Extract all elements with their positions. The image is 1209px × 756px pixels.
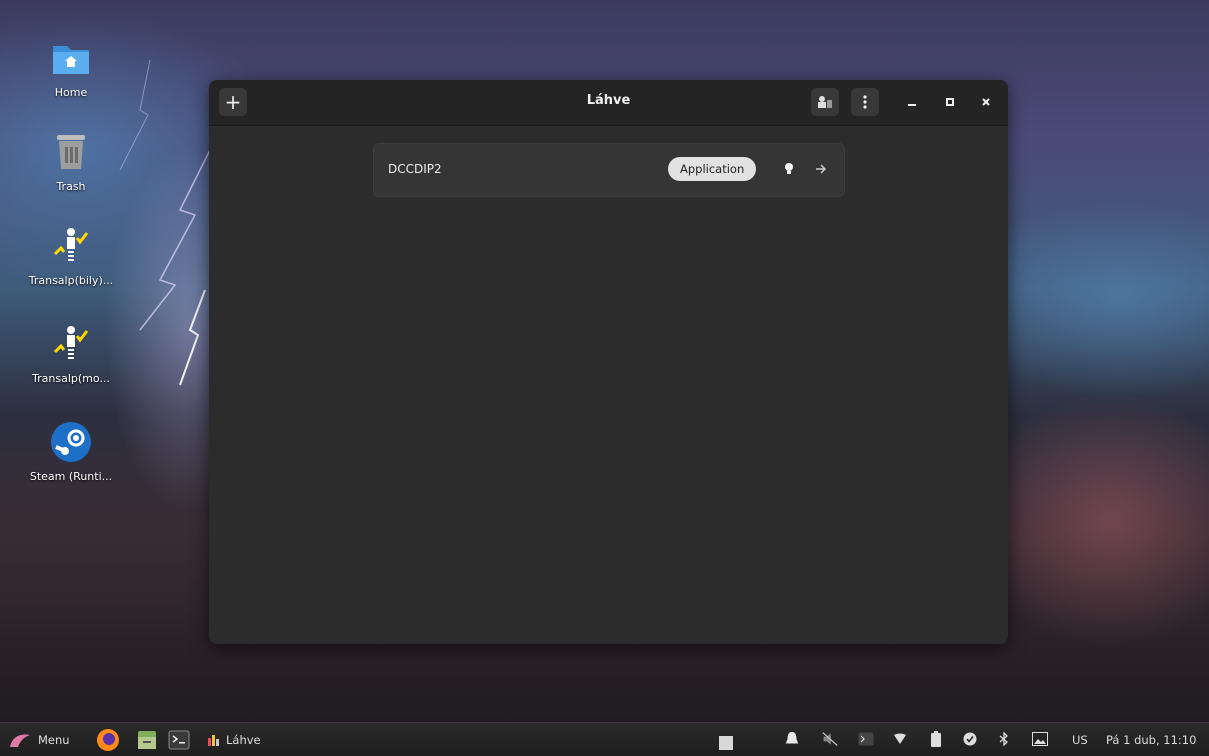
open-bottle-button[interactable]	[810, 158, 832, 180]
desktop-icon-label: Steam (Runti...	[29, 470, 113, 483]
terminal-icon	[858, 732, 874, 746]
bottles-window: + Láhve DCCDIP2 Application	[209, 80, 1008, 644]
battery-button[interactable]	[928, 731, 944, 747]
volume-button[interactable]	[822, 731, 838, 747]
arrow-right-icon	[816, 164, 827, 174]
firefox-launcher[interactable]	[96, 723, 120, 756]
firefox-icon	[97, 728, 119, 751]
minimize-icon	[908, 104, 916, 106]
taskbar-window-label: Láhve	[226, 732, 261, 747]
close-button[interactable]	[975, 88, 997, 116]
folder-home-icon	[47, 34, 95, 82]
library-button[interactable]	[811, 88, 839, 116]
transalp-app-icon	[47, 222, 95, 270]
bottles-app-icon	[208, 734, 219, 746]
taskbar: Menu Láhve US Pá 1 dub, 11:10	[0, 722, 1209, 756]
desktop-icon-label: Transalp(bily)...	[28, 274, 114, 287]
workspace-switcher[interactable]	[718, 735, 734, 751]
terminal-launcher[interactable]	[168, 723, 190, 756]
battery-icon	[931, 731, 941, 747]
kebab-menu-icon	[863, 95, 867, 109]
wifi-icon	[894, 733, 906, 744]
desktop-icon-steam[interactable]: Steam (Runti...	[16, 418, 126, 483]
desktop-icon-label: Transalp(mo...	[32, 372, 110, 385]
keyboard-layout-indicator[interactable]: US	[1072, 723, 1088, 756]
window-title: Láhve	[586, 93, 631, 108]
update-manager-button[interactable]	[962, 731, 978, 747]
bell-icon	[785, 731, 799, 744]
maximize-button[interactable]	[939, 88, 961, 116]
menu-label: Menu	[38, 732, 70, 747]
bottle-name: DCCDIP2	[388, 162, 442, 176]
desktop-icon-label: Trash	[56, 180, 86, 193]
maximize-icon	[946, 98, 954, 106]
terminal-icon	[168, 730, 190, 749]
taskbar-window-bottles[interactable]: Láhve	[206, 723, 261, 756]
clock[interactable]: Pá 1 dub, 11:10	[1106, 723, 1196, 756]
main-menu-button[interactable]	[851, 88, 879, 116]
bluetooth-button[interactable]	[996, 731, 1012, 747]
file-manager-icon	[138, 730, 156, 749]
desktop-icon-transalp-mo[interactable]: Transalp(mo...	[16, 320, 126, 385]
screenshot-button[interactable]	[1032, 731, 1048, 747]
desktop-icon-label: Home	[54, 86, 88, 99]
minimize-button[interactable]	[901, 88, 923, 116]
steam-icon	[47, 418, 95, 466]
menu-button[interactable]: Menu	[8, 723, 70, 756]
terminal-tray-button[interactable]	[858, 731, 874, 747]
image-icon	[1032, 732, 1048, 746]
bottle-row[interactable]: DCCDIP2 Application	[373, 143, 845, 197]
workspace-icon	[719, 736, 733, 750]
check-shield-icon	[963, 732, 977, 746]
mint-menu-icon	[10, 734, 30, 747]
volume-muted-icon	[822, 732, 838, 746]
files-launcher[interactable]	[136, 723, 158, 756]
library-icon	[818, 96, 832, 108]
desktop-icon-trash[interactable]: Trash	[16, 128, 126, 193]
desktop-icon-home[interactable]: Home	[16, 34, 126, 99]
close-icon	[982, 98, 990, 106]
transalp-app-icon	[47, 320, 95, 368]
run-executable-button[interactable]	[778, 158, 800, 180]
trash-icon	[47, 128, 95, 176]
bluetooth-icon	[999, 732, 1008, 746]
window-headerbar: + Láhve	[209, 80, 1008, 126]
lightbulb-icon	[785, 163, 793, 174]
network-button[interactable]	[892, 731, 908, 747]
environment-badge: Application	[668, 157, 757, 181]
notifications-button[interactable]	[784, 731, 800, 747]
desktop-icon-transalp-bily[interactable]: Transalp(bily)...	[16, 222, 126, 287]
